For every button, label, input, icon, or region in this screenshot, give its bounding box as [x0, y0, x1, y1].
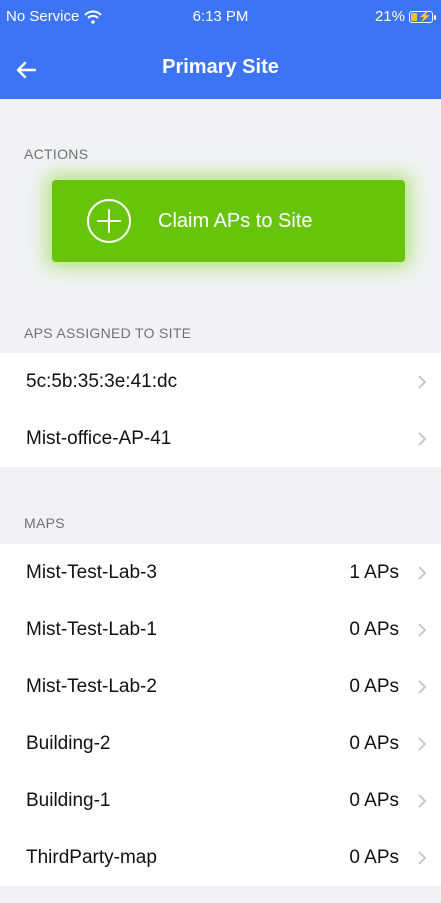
chevron-right-icon: [418, 793, 427, 808]
plus-circle-icon: [87, 199, 131, 243]
map-row[interactable]: Building-1 0 APs: [0, 772, 441, 829]
nav-bar: Primary Site: [0, 44, 441, 94]
chevron-right-icon: [418, 679, 427, 694]
map-label: Mist-Test-Lab-2: [26, 675, 157, 697]
map-ap-count: 0 APs: [349, 732, 399, 754]
map-label: Building-1: [26, 789, 111, 811]
status-bar: No Service 6:13 PM 21% ⚡: [0, 0, 441, 34]
map-label: Mist-Test-Lab-3: [26, 561, 157, 583]
map-row[interactable]: Mist-Test-Lab-1 0 APs: [0, 601, 441, 658]
chevron-right-icon: [418, 565, 427, 580]
map-row[interactable]: Building-2 0 APs: [0, 715, 441, 772]
section-label-actions: ACTIONS: [24, 146, 89, 162]
map-label: Mist-Test-Lab-1: [26, 618, 157, 640]
chevron-right-icon: [418, 431, 427, 446]
section-label-maps: MAPS: [24, 515, 65, 531]
chevron-right-icon: [418, 736, 427, 751]
chevron-right-icon: [418, 850, 427, 865]
claim-aps-button[interactable]: Claim APs to Site: [52, 180, 405, 262]
battery-charging-icon: ⚡: [409, 10, 436, 23]
battery-percent: 21%: [374, 8, 405, 25]
map-ap-count: 0 APs: [349, 618, 399, 640]
chevron-right-icon: [418, 374, 427, 389]
aps-list: 5c:5b:35:3e:41:dc Mist-office-AP-41: [0, 353, 441, 467]
ap-label: Mist-office-AP-41: [26, 427, 172, 449]
ap-label: 5c:5b:35:3e:41:dc: [26, 370, 178, 392]
map-ap-count: 1 APs: [349, 561, 399, 583]
maps-list: Mist-Test-Lab-3 1 APs Mist-Test-Lab-1 0 …: [0, 544, 441, 886]
chevron-right-icon: [418, 622, 427, 637]
map-label: Building-2: [26, 732, 111, 754]
map-row[interactable]: Mist-Test-Lab-3 1 APs: [0, 544, 441, 601]
page-title: Primary Site: [162, 56, 279, 78]
map-row[interactable]: ThirdParty-map 0 APs: [0, 829, 441, 886]
ap-row[interactable]: Mist-office-AP-41: [0, 410, 441, 467]
section-label-aps: APS ASSIGNED TO SITE: [24, 325, 192, 341]
map-row[interactable]: Mist-Test-Lab-2 0 APs: [0, 658, 441, 715]
app-header: No Service 6:13 PM 21% ⚡ Primary Site: [0, 0, 441, 99]
map-ap-count: 0 APs: [349, 789, 399, 811]
map-ap-count: 0 APs: [349, 846, 399, 868]
claim-aps-label: Claim APs to Site: [158, 209, 313, 232]
map-ap-count: 0 APs: [349, 675, 399, 697]
ap-row[interactable]: 5c:5b:35:3e:41:dc: [0, 353, 441, 410]
map-label: ThirdParty-map: [26, 846, 157, 868]
